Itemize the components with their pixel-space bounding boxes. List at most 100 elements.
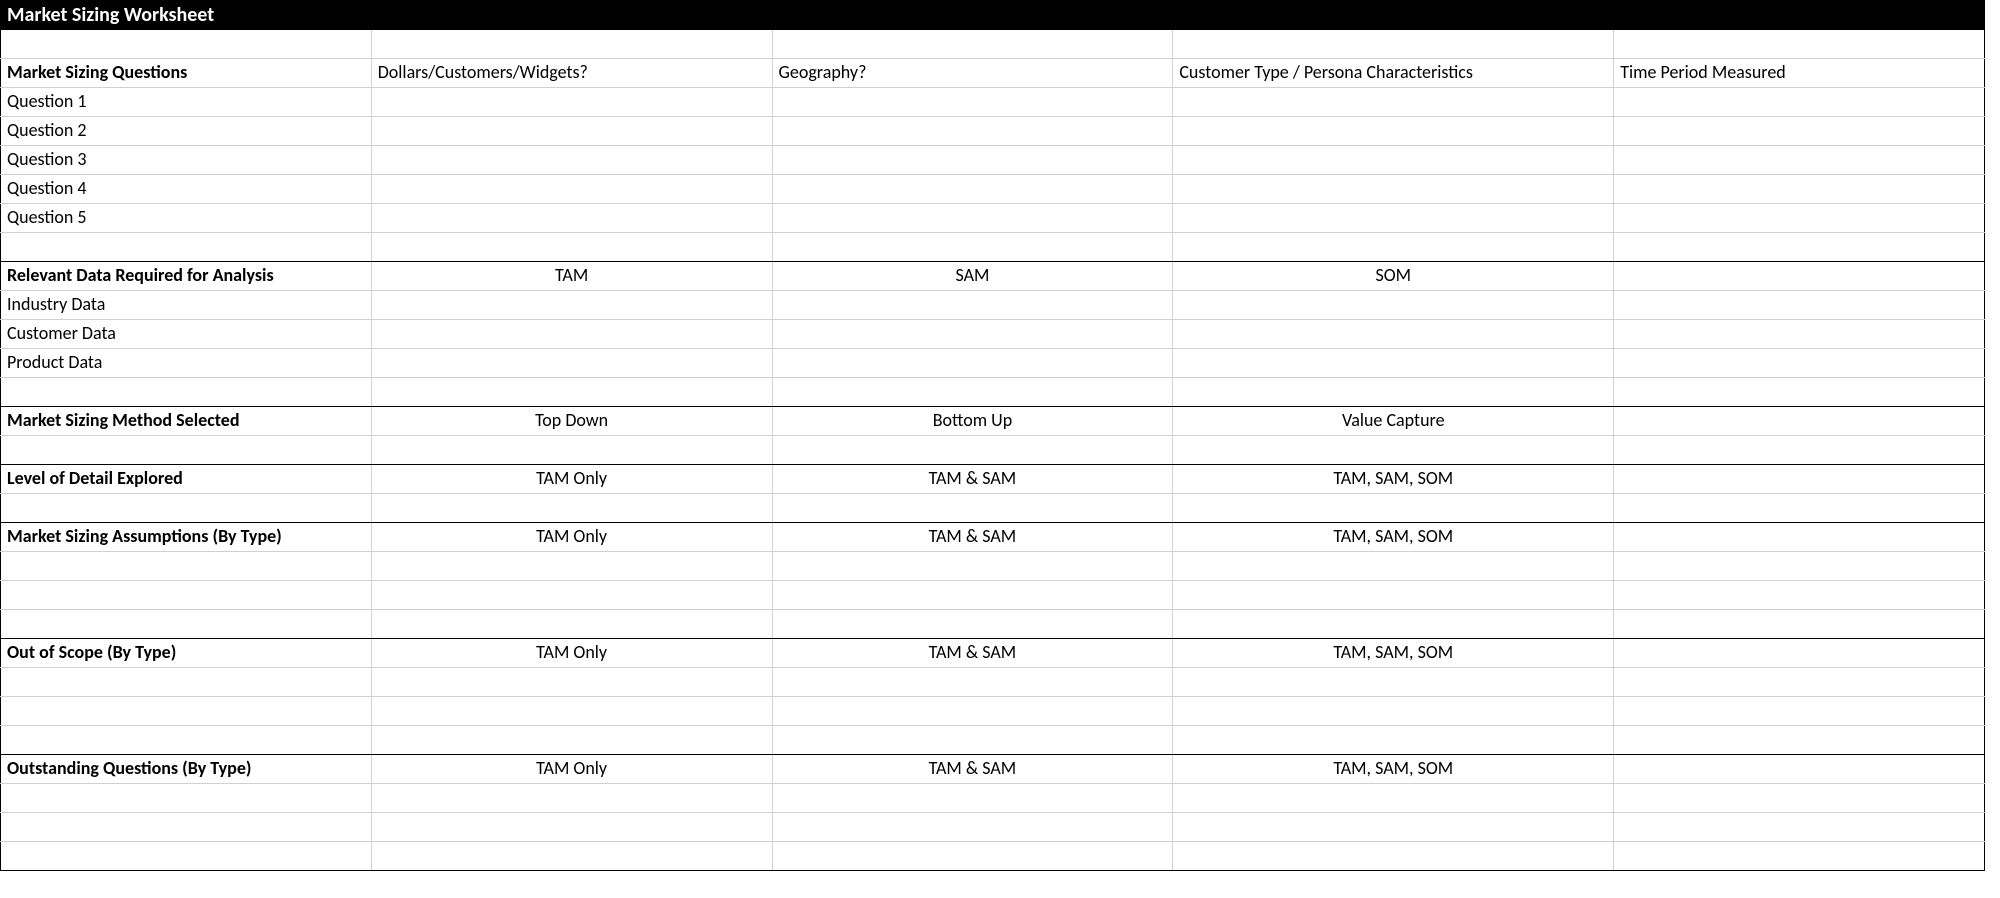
- cell[interactable]: [1173, 610, 1614, 639]
- cell[interactable]: [1173, 175, 1614, 204]
- cell[interactable]: [772, 117, 1173, 146]
- data-required-col-3: [1614, 262, 1985, 291]
- cell[interactable]: [1173, 668, 1614, 697]
- cell[interactable]: [371, 349, 772, 378]
- cell[interactable]: [772, 291, 1173, 320]
- cell[interactable]: [772, 668, 1173, 697]
- cell[interactable]: [772, 552, 1173, 581]
- cell[interactable]: [1, 610, 372, 639]
- cell[interactable]: [371, 320, 772, 349]
- detail-col-1: TAM & SAM: [772, 465, 1173, 494]
- cell[interactable]: [371, 697, 772, 726]
- cell[interactable]: [1614, 813, 1985, 842]
- cell[interactable]: [371, 291, 772, 320]
- cell[interactable]: [1, 697, 372, 726]
- cell[interactable]: [1173, 146, 1614, 175]
- method-col-2: Value Capture: [1173, 407, 1614, 436]
- cell[interactable]: [371, 668, 772, 697]
- cell[interactable]: [1173, 291, 1614, 320]
- cell[interactable]: [371, 146, 772, 175]
- assumptions-col-2: TAM, SAM, SOM: [1173, 523, 1614, 552]
- cell[interactable]: [772, 349, 1173, 378]
- cell[interactable]: [1614, 320, 1985, 349]
- cell[interactable]: [1173, 88, 1614, 117]
- cell[interactable]: [772, 204, 1173, 233]
- cell[interactable]: [772, 842, 1173, 871]
- cell[interactable]: [1614, 784, 1985, 813]
- data-required-label: Relevant Data Required for Analysis: [1, 262, 372, 291]
- outstanding-col-2: TAM, SAM, SOM: [1173, 755, 1614, 784]
- cell[interactable]: [371, 581, 772, 610]
- table-row: [1, 668, 1985, 697]
- cell[interactable]: [1614, 610, 1985, 639]
- cell[interactable]: [1173, 552, 1614, 581]
- cell[interactable]: [371, 726, 772, 755]
- cell[interactable]: [772, 88, 1173, 117]
- cell[interactable]: [1614, 117, 1985, 146]
- cell[interactable]: [1614, 842, 1985, 871]
- outstanding-col-0: TAM Only: [371, 755, 772, 784]
- spacer-row: [1, 378, 1985, 407]
- cell[interactable]: [371, 552, 772, 581]
- cell[interactable]: [1173, 581, 1614, 610]
- table-row: [1, 697, 1985, 726]
- cell[interactable]: [1173, 726, 1614, 755]
- cell[interactable]: [1614, 146, 1985, 175]
- cell[interactable]: [1614, 175, 1985, 204]
- cell[interactable]: [1173, 813, 1614, 842]
- method-col-3: [1614, 407, 1985, 436]
- outstanding-col-1: TAM & SAM: [772, 755, 1173, 784]
- cell[interactable]: [1614, 291, 1985, 320]
- cell[interactable]: [1, 726, 372, 755]
- assumptions-header-row: Market Sizing Assumptions (By Type) TAM …: [1, 523, 1985, 552]
- cell[interactable]: [1173, 697, 1614, 726]
- cell[interactable]: [371, 204, 772, 233]
- table-row: Product Data: [1, 349, 1985, 378]
- cell[interactable]: [1614, 204, 1985, 233]
- cell[interactable]: [1, 581, 372, 610]
- cell[interactable]: [1614, 697, 1985, 726]
- cell[interactable]: [371, 175, 772, 204]
- cell[interactable]: [1614, 726, 1985, 755]
- cell[interactable]: [1614, 581, 1985, 610]
- question-row-label: Question 5: [1, 204, 372, 233]
- cell[interactable]: [1614, 349, 1985, 378]
- cell[interactable]: [1173, 117, 1614, 146]
- detail-label: Level of Detail Explored: [1, 465, 372, 494]
- cell[interactable]: [371, 88, 772, 117]
- cell[interactable]: [371, 117, 772, 146]
- worksheet: Market Sizing Worksheet Market Sizing Qu…: [0, 0, 2000, 871]
- cell[interactable]: [1, 813, 372, 842]
- cell[interactable]: [772, 320, 1173, 349]
- assumptions-col-3: [1614, 523, 1985, 552]
- cell[interactable]: [1173, 204, 1614, 233]
- cell[interactable]: [772, 175, 1173, 204]
- table-row: [1, 610, 1985, 639]
- cell[interactable]: [772, 784, 1173, 813]
- cell[interactable]: [772, 146, 1173, 175]
- out-of-scope-col-3: [1614, 639, 1985, 668]
- cell[interactable]: [772, 726, 1173, 755]
- table-row: [1, 813, 1985, 842]
- cell[interactable]: [1173, 349, 1614, 378]
- cell[interactable]: [772, 581, 1173, 610]
- cell[interactable]: [1614, 88, 1985, 117]
- cell[interactable]: [371, 784, 772, 813]
- cell[interactable]: [1, 552, 372, 581]
- cell[interactable]: [772, 697, 1173, 726]
- out-of-scope-col-0: TAM Only: [371, 639, 772, 668]
- cell[interactable]: [1173, 842, 1614, 871]
- cell[interactable]: [1, 842, 372, 871]
- cell[interactable]: [1614, 668, 1985, 697]
- cell[interactable]: [1614, 552, 1985, 581]
- cell[interactable]: [772, 813, 1173, 842]
- cell[interactable]: [371, 842, 772, 871]
- cell[interactable]: [1173, 320, 1614, 349]
- table-row: Question 4: [1, 175, 1985, 204]
- cell[interactable]: [1173, 784, 1614, 813]
- cell[interactable]: [371, 610, 772, 639]
- cell[interactable]: [1, 784, 372, 813]
- cell[interactable]: [772, 610, 1173, 639]
- cell[interactable]: [371, 813, 772, 842]
- cell[interactable]: [1, 668, 372, 697]
